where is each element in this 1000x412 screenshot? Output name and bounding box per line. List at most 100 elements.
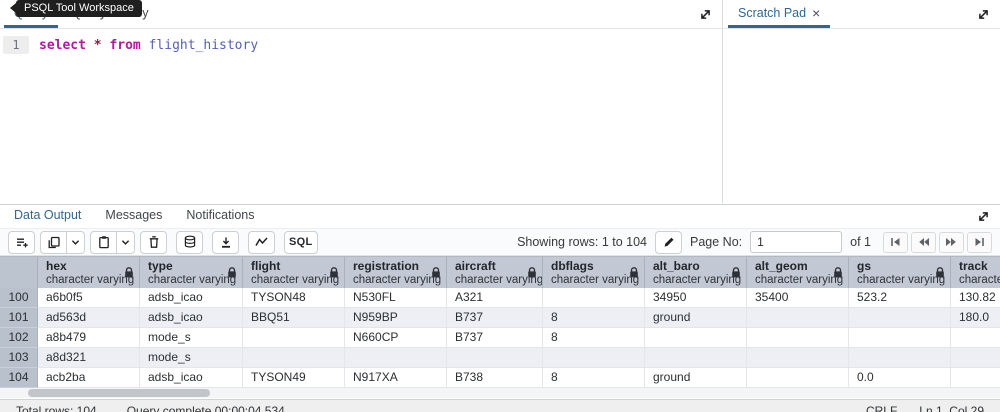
pagination-area: Showing rows: 1 to 104 Page No: of 1 [517,230,992,254]
cell-type[interactable]: adsb_icao [140,308,243,328]
column-header-dbflags[interactable]: dbflags character varying [543,257,645,288]
cell-flight[interactable] [243,348,345,368]
cell-alt_geom[interactable] [747,308,849,328]
cell-dbflags[interactable]: 8 [543,368,645,388]
cell-registration[interactable]: N917XA [345,368,447,388]
cell-track[interactable]: 130.82 [951,288,1000,308]
cell-type[interactable]: adsb_icao [140,368,243,388]
cell-dbflags[interactable] [543,348,645,368]
column-header-flight[interactable]: flight character varying [243,257,345,288]
cell-dbflags[interactable]: 8 [543,328,645,348]
column-header-gs[interactable]: gs character varying [849,257,951,288]
row-number[interactable]: 100 [0,288,38,308]
cell-track[interactable] [951,328,1000,348]
cell-alt_geom[interactable] [747,328,849,348]
cell-registration[interactable] [345,348,447,368]
download-button[interactable] [212,230,239,254]
edit-rows-button[interactable] [655,230,683,254]
cell-alt_geom[interactable] [747,348,849,368]
expand-output-panel-button[interactable] [975,208,992,225]
cell-aircraft[interactable]: B737 [447,308,543,328]
cell-gs[interactable] [849,328,951,348]
previous-page-button[interactable] [911,231,936,253]
cell-registration[interactable]: N959BP [345,308,447,328]
select-all-corner[interactable] [0,257,38,288]
cell-hex[interactable]: acb2ba [38,368,140,388]
paste-button[interactable] [90,230,117,254]
tab-messages[interactable]: Messages [95,205,172,228]
line-ending-indicator[interactable]: CRLF [866,404,897,412]
cell-gs[interactable]: 0.0 [849,368,951,388]
horizontal-scrollbar-thumb[interactable] [28,389,210,397]
cell-hex[interactable]: a8d321 [38,348,140,368]
cell-track[interactable]: 180.0 [951,308,1000,328]
column-header-track[interactable]: trackcharacter varying [951,257,1000,288]
paste-options-button[interactable] [117,230,135,254]
graph-visualiser-button[interactable] [248,230,275,254]
cell-dbflags[interactable]: 8 [543,308,645,328]
tab-data-output[interactable]: Data Output [4,205,91,228]
cell-track[interactable] [951,348,1000,368]
cell-gs[interactable]: 523.2 [849,288,951,308]
expand-query-panel-button[interactable] [697,6,714,23]
column-header-hex[interactable]: hex character varying [38,257,140,288]
next-page-button[interactable] [939,231,964,253]
cell-aircraft[interactable] [447,348,543,368]
cell-type[interactable]: adsb_icao [140,288,243,308]
close-icon[interactable]: × [812,6,820,20]
cell-aircraft[interactable]: A321 [447,288,543,308]
sql-editor[interactable]: 1 select * from flight_history [0,29,722,54]
tab-scratch-pad[interactable]: Scratch Pad × [728,0,831,28]
tooltip-arrow [10,3,16,13]
tab-notifications[interactable]: Notifications [176,205,264,228]
cell-flight[interactable] [243,328,345,348]
column-header-alt_geom[interactable]: alt_geom character varying [747,257,849,288]
save-data-changes-button[interactable] [176,230,203,254]
table-row: 104 acb2ba adsb_icao TYSON49 N917XA B738 8 grou… [0,368,1000,388]
cell-type[interactable]: mode_s [140,348,243,368]
cell-dbflags[interactable] [543,288,645,308]
add-row-button[interactable] [8,230,35,254]
cell-alt_baro[interactable] [645,348,747,368]
cell-flight[interactable]: TYSON49 [243,368,345,388]
row-number[interactable]: 103 [0,348,38,368]
cell-gs[interactable] [849,348,951,368]
cell-gs[interactable] [849,308,951,328]
cell-flight[interactable]: TYSON48 [243,288,345,308]
column-header-aircraft[interactable]: aircraft character varying [447,257,543,288]
cell-hex[interactable]: a8b479 [38,328,140,348]
copy-options-button[interactable] [67,230,85,254]
cell-aircraft[interactable]: B737 [447,328,543,348]
cell-alt_baro[interactable] [645,328,747,348]
cell-alt_geom[interactable]: 35400 [747,288,849,308]
row-number[interactable]: 101 [0,308,38,328]
data-output-panel: Data Output Messages Notifications SQL S… [0,204,1000,412]
cell-alt_baro[interactable]: ground [645,368,747,388]
lock-icon [731,267,741,278]
first-page-button[interactable] [883,231,908,253]
last-page-button[interactable] [967,231,992,253]
cell-type[interactable]: mode_s [140,328,243,348]
row-number[interactable]: 104 [0,368,38,388]
horizontal-scrollbar[interactable] [0,388,1000,398]
show-sql-button[interactable]: SQL [284,230,318,254]
copy-button[interactable] [40,230,67,254]
cell-track[interactable] [951,368,1000,388]
cell-aircraft[interactable]: B738 [447,368,543,388]
cell-registration[interactable]: N530FL [345,288,447,308]
cell-hex[interactable]: ad563d [38,308,140,328]
row-number[interactable]: 102 [0,328,38,348]
cell-registration[interactable]: N660CP [345,328,447,348]
cell-hex[interactable]: a6b0f5 [38,288,140,308]
cell-alt_baro[interactable]: 34950 [645,288,747,308]
page-no-input[interactable] [750,231,843,253]
delete-row-button[interactable] [140,230,167,254]
column-header-alt_baro[interactable]: alt_baro character varying [645,257,747,288]
expand-scratch-pad-button[interactable] [975,6,992,23]
cell-alt_baro[interactable]: ground [645,308,747,328]
column-header-type[interactable]: type character varying [140,257,243,288]
cell-alt_geom[interactable] [747,368,849,388]
cell-flight[interactable]: BBQ51 [243,308,345,328]
column-header-registration[interactable]: registration character varying [345,257,447,288]
chevron-down-icon [121,239,130,246]
